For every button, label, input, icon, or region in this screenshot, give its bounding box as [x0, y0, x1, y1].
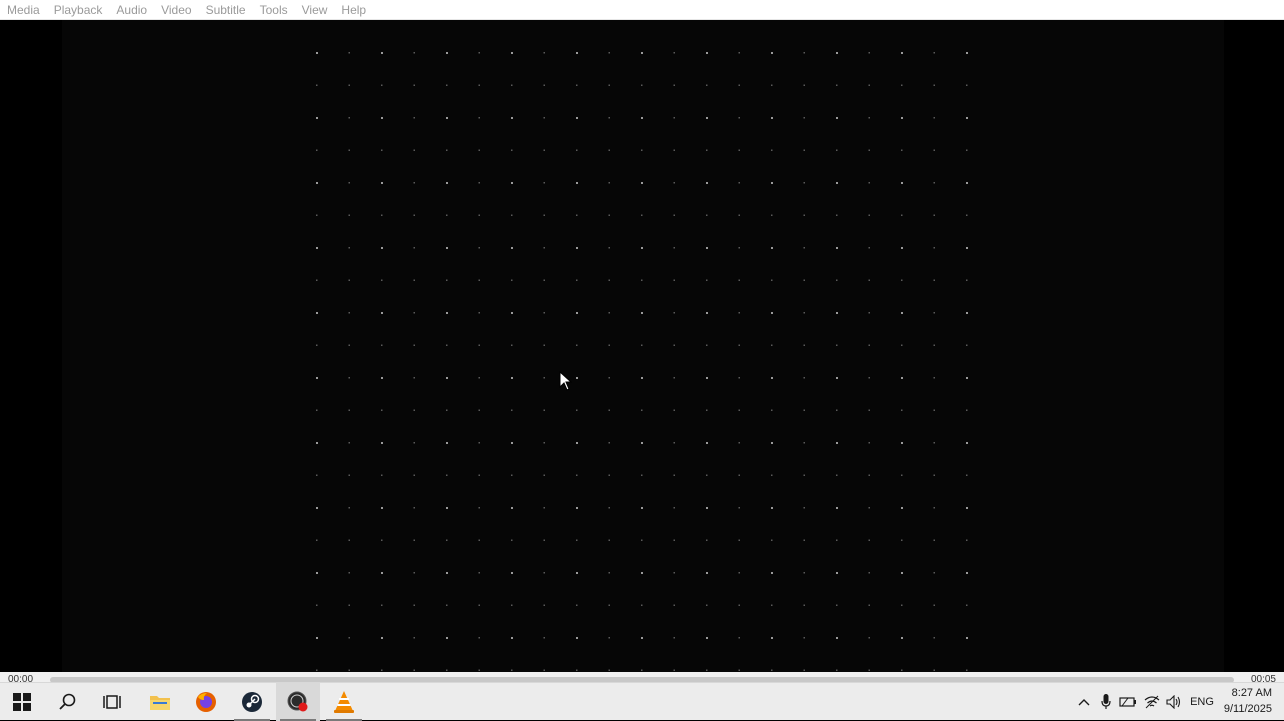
microphone-icon: [1101, 694, 1111, 709]
video-area[interactable]: [0, 20, 1284, 672]
menu-video[interactable]: Video: [154, 0, 198, 20]
firefox-icon: [196, 692, 216, 712]
vlc-button[interactable]: [322, 683, 366, 721]
show-hidden-icons-button[interactable]: [1074, 683, 1094, 721]
chevron-up-icon: [1078, 699, 1090, 706]
battery-tray[interactable]: [1118, 683, 1138, 721]
clock[interactable]: 8:27 AM 9/11/2025: [1224, 685, 1272, 717]
menu-help[interactable]: Help: [334, 0, 373, 20]
language-label: ENG: [1190, 696, 1214, 708]
steam-button[interactable]: [230, 683, 274, 721]
menu-tools[interactable]: Tools: [253, 0, 295, 20]
firefox-button[interactable]: [184, 683, 228, 721]
taskbar: ENG 8:27 AM 9/11/2025: [0, 682, 1284, 721]
wifi-icon: [1144, 695, 1160, 709]
network-tray[interactable]: [1142, 683, 1162, 721]
recorder-button[interactable]: [276, 683, 320, 721]
dot-grid-pattern: [316, 52, 968, 671]
recorder-icon: [287, 691, 308, 712]
start-button[interactable]: [0, 683, 44, 721]
mouse-cursor-icon: [559, 371, 573, 391]
volume-tray[interactable]: [1164, 683, 1184, 721]
battery-icon: [1119, 697, 1136, 707]
menu-audio[interactable]: Audio: [109, 0, 154, 20]
start-icon: [13, 693, 31, 711]
search-icon: [59, 693, 76, 710]
search-button[interactable]: [46, 683, 90, 721]
video-frame: [62, 20, 1224, 672]
steam-icon: [242, 692, 262, 712]
language-indicator[interactable]: ENG: [1186, 683, 1218, 721]
menu-subtitle[interactable]: Subtitle: [199, 0, 253, 20]
clock-time: 8:27 AM: [1231, 687, 1272, 699]
menu-media[interactable]: Media: [0, 0, 47, 20]
clock-date: 9/11/2025: [1223, 703, 1272, 715]
speaker-icon: [1166, 695, 1181, 709]
menu-view[interactable]: View: [295, 0, 335, 20]
vlc-icon: [334, 691, 354, 713]
file-explorer-icon: [150, 696, 170, 710]
menu-playback[interactable]: Playback: [47, 0, 110, 20]
task-view-icon: [103, 695, 121, 709]
menu-bar: Media Playback Audio Video Subtitle Tool…: [0, 0, 1284, 20]
file-explorer-button[interactable]: [138, 683, 182, 721]
microphone-tray[interactable]: [1096, 683, 1116, 721]
task-view-button[interactable]: [90, 683, 134, 721]
